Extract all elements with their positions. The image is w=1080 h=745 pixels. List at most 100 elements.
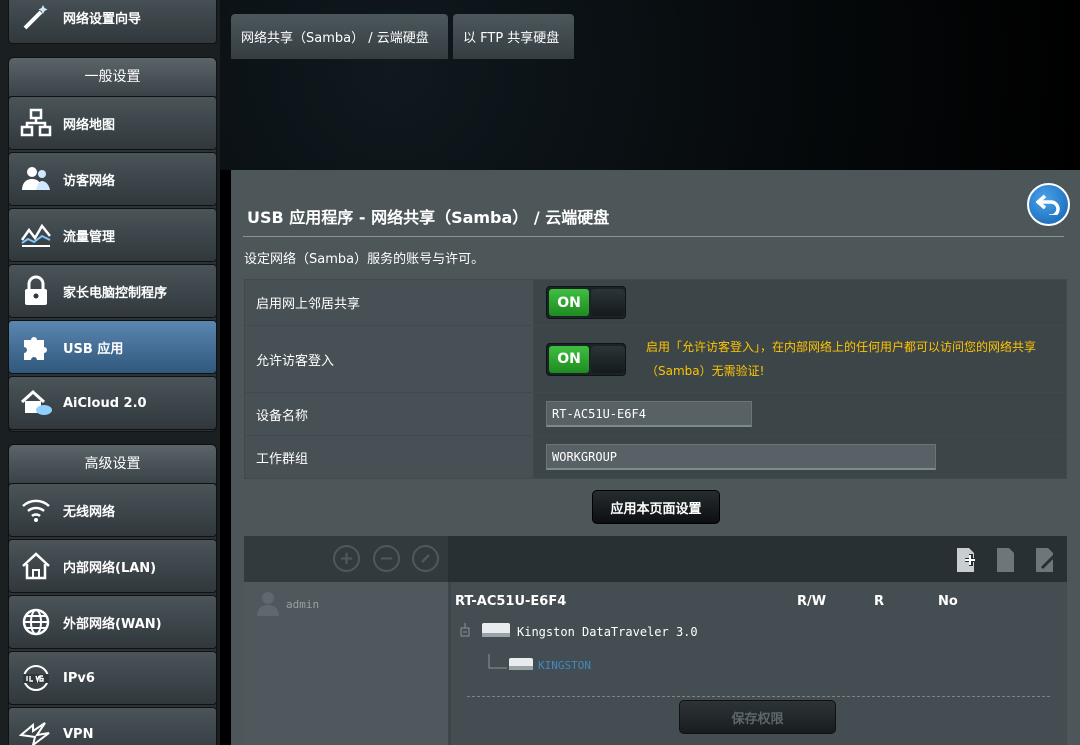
tab-label: 以 FTP 共享硬盘 (463, 31, 560, 46)
ipv6-globe-icon (19, 661, 53, 695)
tree-collapse-icon (459, 623, 473, 640)
sidebar: 网络设置向导 一般设置 网络地图 访客网络 流量管理 家长电脑控制程序 USB … (0, 0, 220, 745)
device-name-input[interactable] (546, 401, 752, 427)
delete-account-button[interactable]: − (373, 545, 400, 572)
r-column-header: R (874, 594, 885, 609)
sidebar-item-label: AiCloud 2.0 (63, 395, 147, 411)
page-title: USB 应用程序 - 网络共享（Samba） / 云端硬盘 (247, 208, 610, 227)
folder-permissions: RT-AC51U-E6F4 R/W R No Kingston DataTrav… (451, 582, 1067, 745)
toggle-knob (591, 345, 625, 373)
setting-label: 工作群组 (244, 435, 534, 479)
partition-name: KINGSTON (538, 659, 591, 672)
toggle-on-label: ON (549, 289, 589, 316)
top-banner: 网络共享（Samba） / 云端硬盘 以 FTP 共享硬盘 (220, 0, 1080, 170)
sidebar-item-network-map[interactable]: 网络地图 (8, 96, 217, 150)
sidebar-item-wireless[interactable]: 无线网络 (8, 483, 217, 537)
title-divider (243, 236, 1064, 237)
sidebar-item-label: 外部网络(WAN) (63, 616, 162, 632)
edit-account-button[interactable] (412, 545, 439, 572)
account-toolbar: + − (244, 536, 448, 582)
sidebar-item-traffic-manager[interactable]: 流量管理 (8, 208, 217, 262)
back-button[interactable] (1027, 183, 1070, 226)
sidebar-item-label: 网络地图 (63, 117, 116, 133)
setting-label: 设备名称 (244, 392, 534, 436)
sidebar-item-label: 访客网络 (63, 173, 116, 189)
tab-samba[interactable]: 网络共享（Samba） / 云端硬盘 (231, 14, 448, 59)
sidebar-item-wan[interactable]: 外部网络(WAN) (8, 595, 217, 649)
setting-value (533, 435, 1067, 479)
account-item-admin[interactable]: admin (256, 590, 319, 619)
sidebar-item-aicloud[interactable]: AiCloud 2.0 (8, 376, 217, 430)
sidebar-item-label: VPN (63, 726, 94, 742)
wifi-icon (19, 493, 53, 527)
tab-label: 网络共享（Samba） / 云端硬盘 (241, 31, 429, 46)
rw-column-header: R/W (797, 594, 827, 609)
samba-settings-table: 启用网上邻居共享 ON 允许访客登入 ON 启用「允许访客登入」，在内部网络上的… (244, 279, 1067, 479)
partition-drive-icon (508, 655, 534, 676)
folder-toolbar (448, 536, 1067, 582)
account-name: admin (286, 598, 320, 611)
device-name-header: RT-AC51U-E6F4 (455, 594, 567, 609)
add-folder-icon (954, 548, 978, 578)
sidebar-item-quick-setup[interactable]: 网络设置向导 (8, 0, 217, 44)
setting-value: ON 启用「允许访客登入」，在内部网络上的任何用户都可以访问您的网络共享（Sam… (533, 325, 1067, 393)
setting-row: 启用网上邻居共享 ON (244, 279, 1067, 326)
setting-label: 允许访客登入 (244, 325, 534, 393)
cloud-house-icon (19, 386, 53, 420)
sidebar-item-parental-control[interactable]: 家长电脑控制程序 (8, 264, 217, 318)
sidebar-item-label: IPv6 (63, 670, 95, 686)
workgroup-input[interactable] (546, 444, 936, 470)
setting-label: 启用网上邻居共享 (244, 279, 534, 326)
sidebar-item-guest-network[interactable]: 访客网络 (8, 152, 217, 206)
edit-document-icon (1033, 548, 1057, 578)
divider (467, 696, 1050, 697)
partition-item[interactable]: KINGSTON (488, 654, 591, 677)
vpn-icon (19, 717, 53, 745)
sidebar-item-lan[interactable]: 内部网络(LAN) (8, 539, 217, 593)
main-panel: USB 应用程序 - 网络共享（Samba） / 云端硬盘 设定网络（Samba… (231, 170, 1080, 745)
drive-item[interactable]: Kingston DataTraveler 3.0 (459, 620, 698, 643)
toggle-knob (591, 289, 625, 316)
puzzle-icon (19, 330, 53, 364)
network-neighborhood-toggle[interactable]: ON (546, 286, 626, 319)
setting-value (533, 392, 1067, 436)
sidebar-item-ipv6[interactable]: IPv6 (8, 651, 217, 705)
tree-branch-icon (488, 654, 508, 677)
sidebar-item-usb-app[interactable]: USB 应用 (8, 320, 217, 374)
minus-icon: − (378, 548, 395, 569)
setting-row: 工作群组 (244, 435, 1067, 479)
delete-folder-button[interactable] (994, 546, 1018, 574)
setting-row: 允许访客登入 ON 启用「允许访客登入」，在内部网络上的任何用户都可以访问您的网… (244, 325, 1067, 393)
tab-ftp[interactable]: 以 FTP 共享硬盘 (453, 14, 574, 59)
lock-icon (19, 274, 53, 308)
user-icon (256, 590, 280, 619)
globe-icon (19, 605, 53, 639)
magic-wand-icon (19, 0, 53, 34)
sidebar-item-label: 无线网络 (63, 504, 116, 520)
network-map-icon (19, 106, 53, 140)
sidebar-item-label: 网络设置向导 (63, 11, 142, 27)
pencil-icon (420, 548, 432, 569)
permission-area: + − admin RT-AC51U-E6F4 R/W R No Kingsto… (244, 536, 1067, 745)
new-folder-button[interactable] (954, 546, 978, 574)
document-icon (994, 548, 1018, 578)
plus-icon: + (338, 548, 355, 569)
guest-login-hint: 启用「允许访客登入」，在内部网络上的任何用户都可以访问您的网络共享（Samba）… (646, 340, 1037, 378)
group-title: 高级设置 (9, 445, 216, 483)
sidebar-item-vpn[interactable]: VPN (8, 707, 217, 745)
sidebar-item-label: 内部网络(LAN) (63, 560, 157, 576)
setting-row: 设备名称 (244, 392, 1067, 436)
guest-login-toggle[interactable]: ON (546, 342, 626, 376)
sidebar-item-label: 流量管理 (63, 229, 116, 245)
guest-network-icon (19, 162, 53, 196)
apply-button[interactable]: 应用本页面设置 (592, 490, 720, 524)
page-description: 设定网络（Samba）服务的账号与许可。 (244, 252, 485, 267)
back-arrow-icon (1034, 191, 1062, 219)
traffic-manager-icon (19, 218, 53, 252)
toggle-on-label: ON (549, 345, 589, 373)
no-column-header: No (938, 594, 958, 609)
edit-folder-button[interactable] (1033, 546, 1057, 574)
add-account-button[interactable]: + (333, 545, 360, 572)
save-permissions-button[interactable]: 保存权限 (679, 700, 836, 734)
sidebar-item-label: 家长电脑控制程序 (63, 285, 168, 301)
